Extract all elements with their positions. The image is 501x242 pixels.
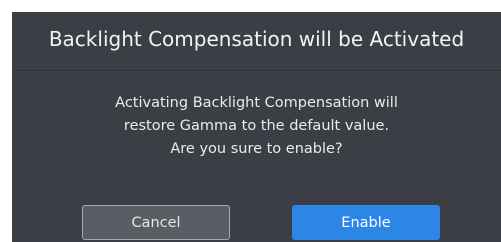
dialog-message: Activating Backlight Compensation will r…	[12, 92, 501, 161]
cancel-button[interactable]: Cancel	[82, 205, 230, 240]
message-line-1: Activating Backlight Compensation will	[115, 95, 398, 111]
enable-button[interactable]: Enable	[292, 205, 440, 240]
title-divider	[12, 70, 501, 71]
message-line-2: restore Gamma to the default value.	[123, 118, 390, 134]
confirmation-dialog: Backlight Compensation will be Activated…	[12, 12, 501, 242]
message-line-3: Are you sure to enable?	[170, 141, 343, 157]
dialog-title: Backlight Compensation will be Activated	[48, 27, 465, 51]
